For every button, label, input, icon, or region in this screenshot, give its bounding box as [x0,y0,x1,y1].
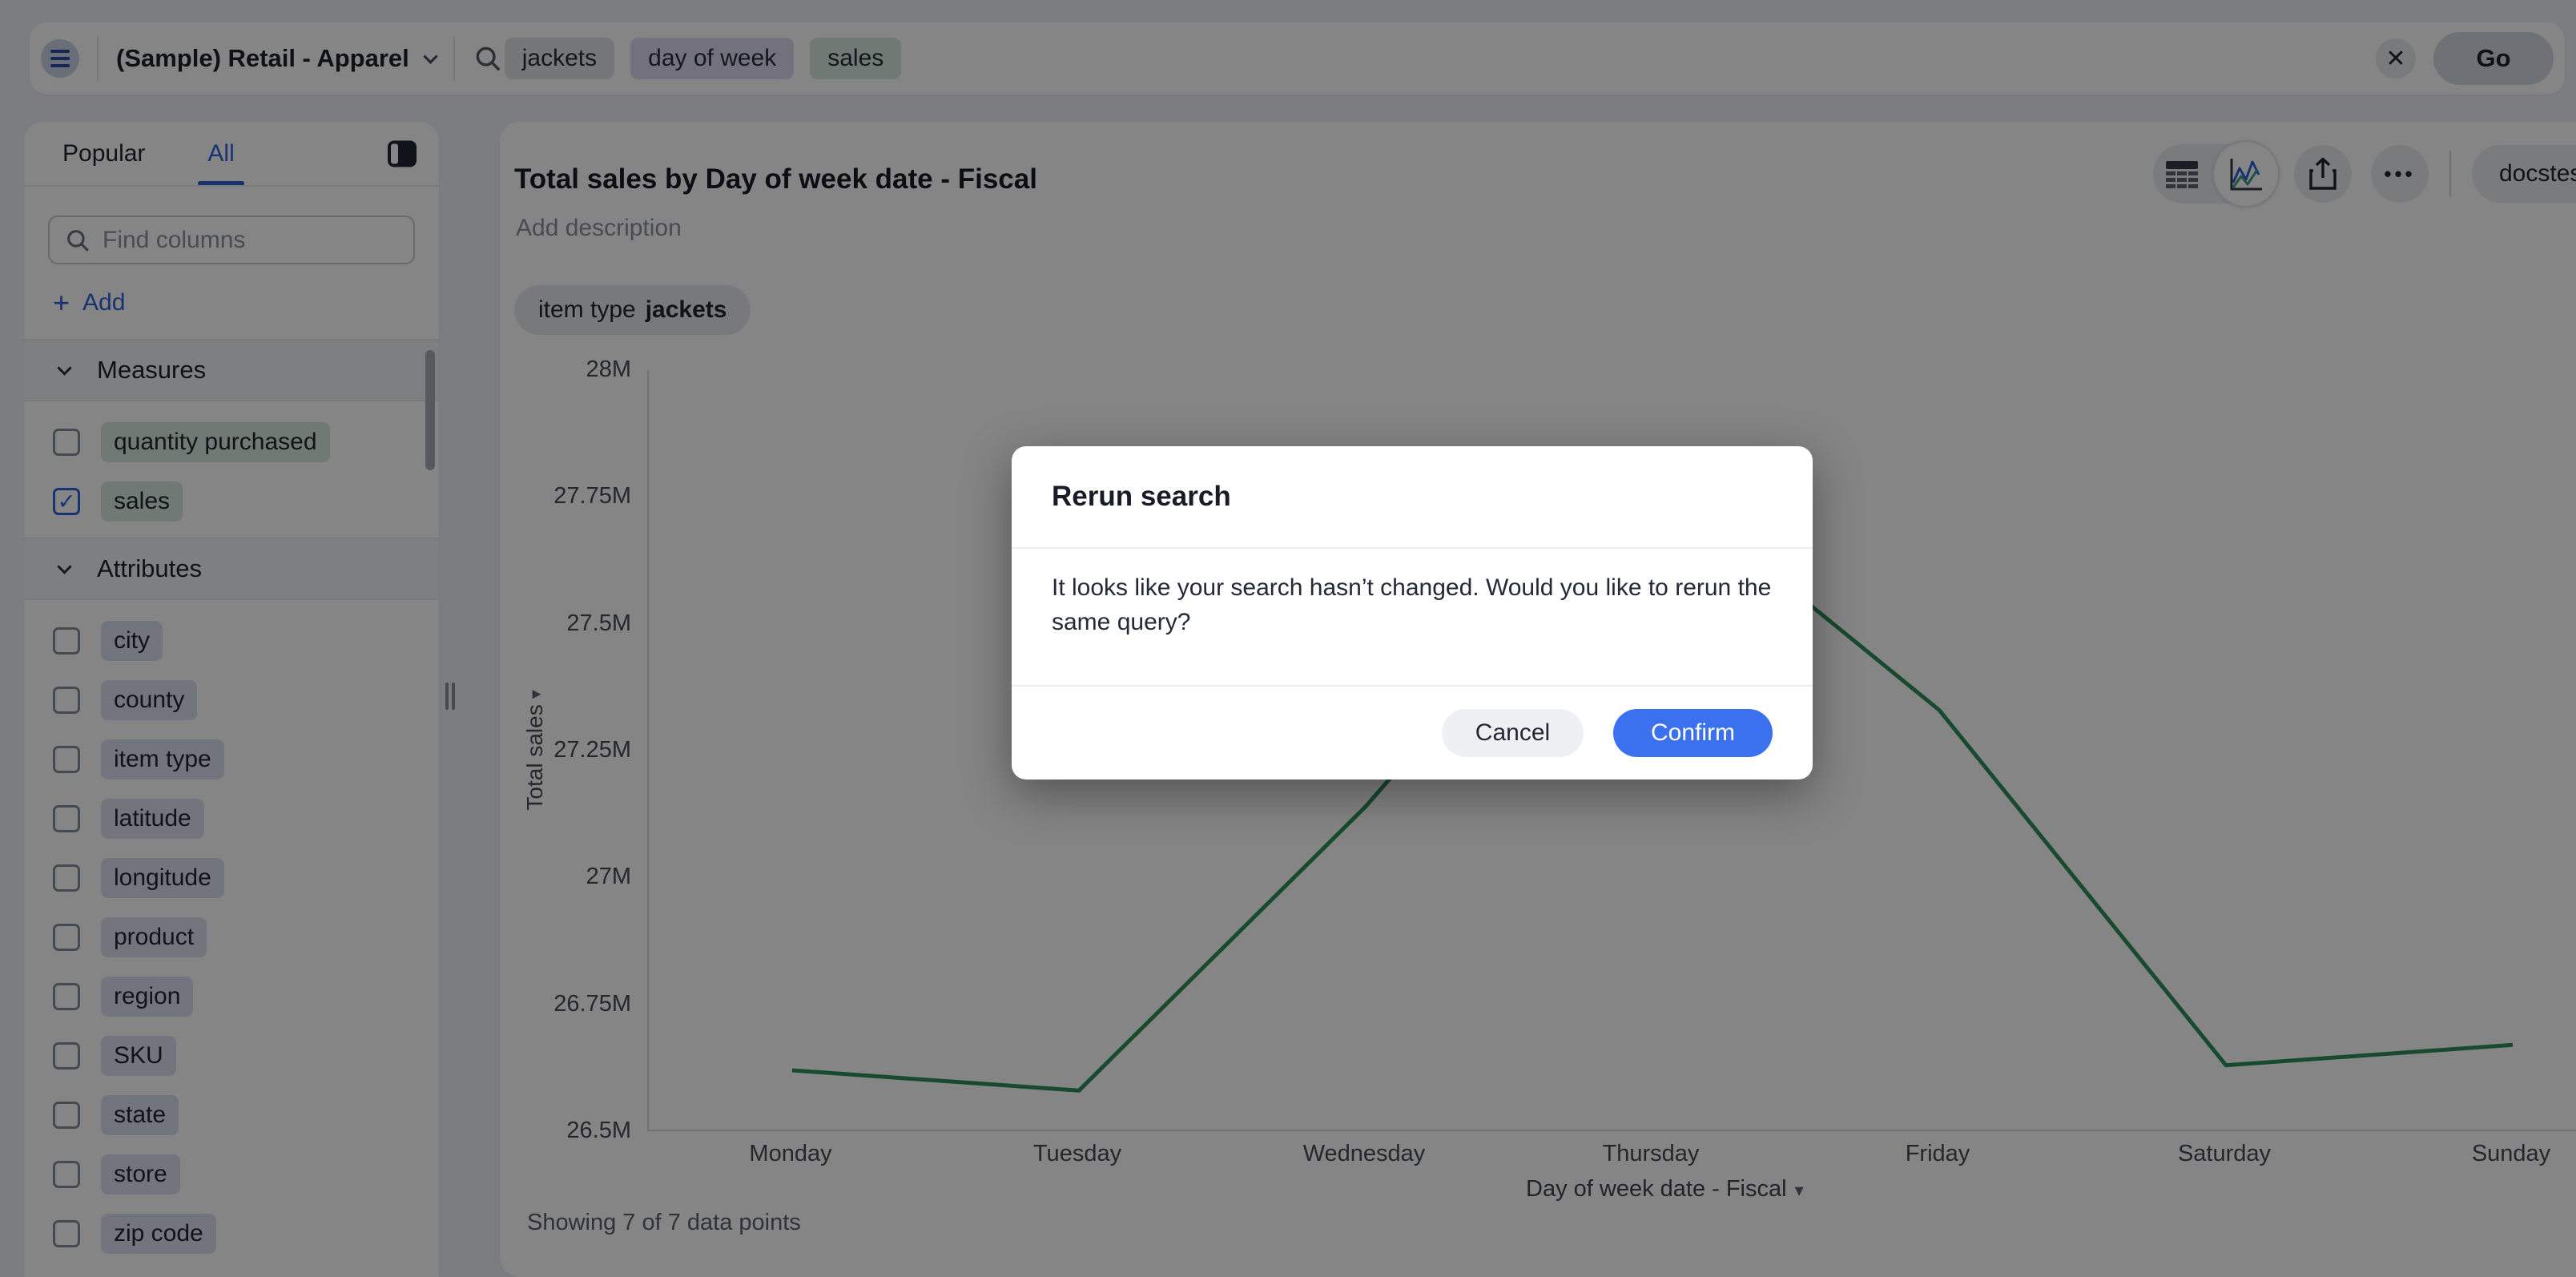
dialog-header: Rerun search [1012,446,1813,549]
dialog-body-text: It looks like your search hasn’t changed… [1012,549,1813,687]
dialog-footer: Cancel Confirm [1012,687,1813,779]
confirm-button[interactable]: Confirm [1613,709,1773,757]
dialog-title: Rerun search [1052,481,1231,513]
rerun-search-dialog: Rerun search It looks like your search h… [1012,446,1813,779]
cancel-button[interactable]: Cancel [1442,709,1584,757]
